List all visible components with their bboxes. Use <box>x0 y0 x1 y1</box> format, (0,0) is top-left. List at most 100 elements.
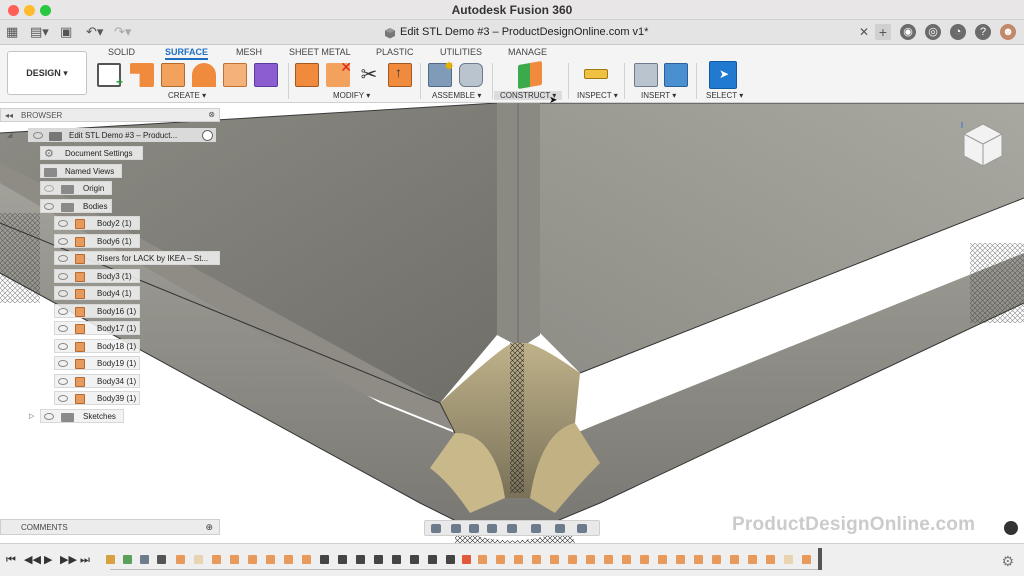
offset-face-icon[interactable]: ↑ <box>388 63 412 87</box>
visibility-icon[interactable] <box>58 343 68 350</box>
browser-item-bodies[interactable]: Bodies <box>40 199 112 213</box>
visibility-icon[interactable] <box>58 395 68 402</box>
timeline-feature[interactable] <box>640 555 649 564</box>
timeline-marker[interactable] <box>818 548 822 570</box>
tab-utilities[interactable]: UTILITIES <box>440 47 482 57</box>
browser-root[interactable]: ◢ Edit STL Demo #3 – Product... <box>7 128 216 142</box>
insert-mesh-icon[interactable] <box>634 63 658 87</box>
visibility-icon[interactable] <box>58 360 68 367</box>
timeline-feature[interactable] <box>194 555 203 564</box>
browser-body-item[interactable]: Body34 (1) <box>54 374 140 388</box>
browser-body-item[interactable]: Body4 (1) <box>54 286 140 300</box>
notifications-icon[interactable]: ◔ <box>950 24 966 40</box>
browser-item-document-settings[interactable]: ⚙ Document Settings <box>40 146 143 160</box>
timeline-feature[interactable] <box>676 555 685 564</box>
document-tab[interactable]: Edit STL Demo #3 – ProductDesignOnline.c… <box>378 23 873 43</box>
visibility-icon[interactable] <box>58 255 68 262</box>
timeline-feature[interactable] <box>428 555 437 564</box>
timeline-feature[interactable] <box>604 555 613 564</box>
tab-manage[interactable]: MANAGE <box>508 47 547 57</box>
timeline-feature[interactable] <box>478 555 487 564</box>
loft-surface-icon[interactable] <box>223 63 247 87</box>
timeline-feature[interactable] <box>446 555 455 564</box>
visibility-icon[interactable] <box>58 378 68 385</box>
timeline-feature[interactable] <box>266 555 275 564</box>
create-sketch-icon[interactable]: + <box>97 63 123 89</box>
play-icon[interactable]: ▶ <box>44 554 52 566</box>
browser-body-item[interactable]: Body3 (1) <box>54 269 140 283</box>
select-menu[interactable]: SELECT ▾ <box>706 91 743 100</box>
timeline-feature[interactable] <box>532 555 541 564</box>
timeline-feature[interactable] <box>622 555 631 564</box>
timeline-feature[interactable] <box>550 555 559 564</box>
inspect-menu[interactable]: INSPECT ▾ <box>577 91 618 100</box>
extrude-surface-icon[interactable] <box>130 63 154 87</box>
display-settings-icon[interactable] <box>531 524 541 533</box>
step-back-icon[interactable]: ◀◀ <box>24 554 41 566</box>
visibility-icon[interactable] <box>58 220 68 227</box>
timeline-feature[interactable] <box>658 555 667 564</box>
timeline-feature[interactable] <box>586 555 595 564</box>
visibility-icon[interactable] <box>58 238 68 245</box>
timeline-feature[interactable] <box>320 555 329 564</box>
browser-body-item[interactable]: Body16 (1) <box>54 304 140 318</box>
app-grid-icon[interactable]: ▦ <box>6 24 18 40</box>
file-menu-icon[interactable]: ▤▾ <box>30 24 49 40</box>
joint-icon[interactable] <box>459 63 483 87</box>
viewports-icon[interactable] <box>577 524 587 533</box>
3d-viewport[interactable] <box>0 103 1024 543</box>
timeline-feature[interactable] <box>712 555 721 564</box>
offset-plane-icon[interactable] <box>518 60 542 90</box>
select-icon[interactable]: ➤ <box>709 61 737 89</box>
timeline-feature[interactable] <box>176 555 185 564</box>
timeline-feature[interactable] <box>730 555 739 564</box>
comments-add-icon[interactable]: ⊕ <box>205 522 213 533</box>
timeline-feature[interactable] <box>230 555 239 564</box>
timeline-feature[interactable] <box>157 555 166 564</box>
timeline-feature[interactable] <box>140 555 149 564</box>
patch-surface-icon[interactable] <box>254 63 278 87</box>
close-tab-icon[interactable]: ✕ <box>859 25 869 39</box>
browser-item-sketches[interactable]: ▷ Sketches <box>29 409 124 423</box>
expand-caret-icon[interactable]: ▷ <box>29 412 34 420</box>
modify-menu[interactable]: MODIFY ▾ <box>333 91 370 100</box>
undo-icon[interactable]: ↶▾ <box>86 24 103 40</box>
revolve-surface-icon[interactable] <box>161 63 185 87</box>
timeline-feature[interactable] <box>123 555 132 564</box>
visibility-icon[interactable] <box>44 203 54 210</box>
timeline-feature[interactable] <box>496 555 505 564</box>
redo-icon[interactable]: ↷▾ <box>114 24 131 40</box>
go-to-end-icon[interactable]: ⏭ <box>80 554 90 566</box>
grid-settings-icon[interactable] <box>555 524 565 533</box>
tab-solid[interactable]: SOLID <box>108 47 135 57</box>
fit-icon[interactable] <box>507 524 517 533</box>
visibility-icon[interactable] <box>58 273 68 280</box>
timeline-settings-gear-icon[interactable]: ⚙ <box>1001 553 1014 570</box>
timeline-feature[interactable] <box>212 555 221 564</box>
timeline-feature[interactable] <box>374 555 383 564</box>
view-cube[interactable] <box>958 120 1008 170</box>
timeline-feature[interactable] <box>748 555 757 564</box>
tab-surface[interactable]: SURFACE <box>165 47 209 60</box>
press-pull-icon[interactable] <box>295 63 319 87</box>
user-avatar[interactable]: ☻ <box>1000 24 1016 40</box>
workspace-switcher-button[interactable]: DESIGN ▾ <box>7 51 87 95</box>
trim-icon[interactable]: ✂ <box>357 63 381 87</box>
sweep-surface-icon[interactable] <box>192 63 216 87</box>
timeline-feature[interactable] <box>802 555 811 564</box>
tab-plastic[interactable]: PLASTIC <box>376 47 414 57</box>
insert-menu[interactable]: INSERT ▾ <box>641 91 676 100</box>
job-status-icon[interactable]: ◎ <box>925 24 941 40</box>
browser-body-item[interactable]: Body2 (1) <box>54 216 140 230</box>
timeline-feature[interactable] <box>106 555 115 564</box>
browser-body-item[interactable]: Body19 (1) <box>54 356 140 370</box>
delete-face-icon[interactable]: ✕ <box>326 59 352 87</box>
timeline-feature[interactable] <box>694 555 703 564</box>
timeline-feature[interactable] <box>356 555 365 564</box>
tab-sheet-metal[interactable]: SHEET METAL <box>289 47 351 57</box>
pan-icon[interactable] <box>469 524 479 533</box>
timeline-feature[interactable] <box>568 555 577 564</box>
browser-pin-icon[interactable]: ⊗ <box>208 110 215 119</box>
insert-canvas-icon[interactable] <box>664 63 688 87</box>
create-menu[interactable]: CREATE ▾ <box>168 91 206 100</box>
